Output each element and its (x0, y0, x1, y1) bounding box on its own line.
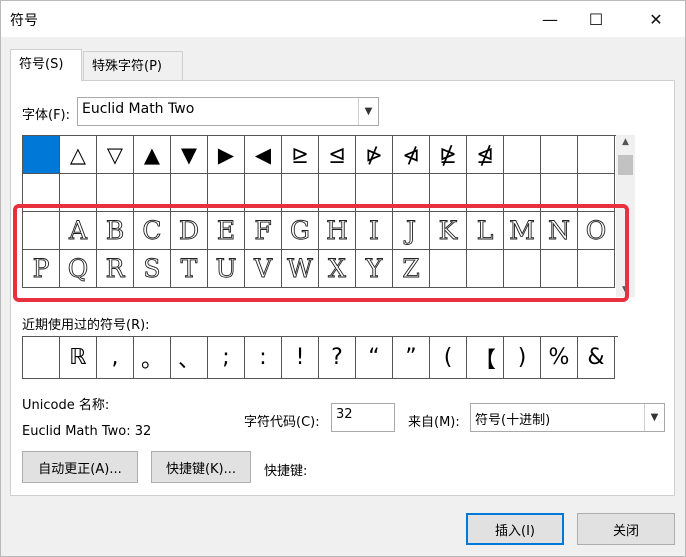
symbol-cell[interactable] (541, 136, 578, 174)
recent-symbol-cell[interactable]: ? (319, 337, 356, 379)
close-button[interactable]: 关闭 (577, 513, 675, 545)
recent-symbols-grid: ℝ,。、;:!? “”(【)% & (22, 336, 618, 379)
minimize-button[interactable]: — (527, 1, 573, 37)
recent-symbol-cell[interactable]: ” (393, 337, 430, 379)
autocorrect-button[interactable]: 自动更正(A)... (22, 451, 138, 483)
scrollbar-thumb[interactable] (618, 155, 633, 175)
from-label: 来自(M): (408, 415, 460, 430)
unicode-name-label: Unicode 名称: (22, 398, 110, 413)
recent-symbol-cell[interactable] (23, 337, 60, 379)
recent-symbol-cell[interactable]: ; (208, 337, 245, 379)
unicode-name-value: Euclid Math Two: 32 (22, 424, 152, 439)
tab-special-characters[interactable]: 特殊字符(P) (83, 51, 183, 80)
recent-symbol-cell[interactable]: ( (430, 337, 467, 379)
symbol-cell[interactable]: ▶ (208, 136, 245, 174)
from-select-value: 符号(十进制) (475, 413, 551, 428)
close-window-button[interactable]: ✕ (633, 1, 679, 37)
symbol-cell[interactable]: ⊵ (282, 136, 319, 174)
symbol-cell[interactable] (504, 136, 541, 174)
recent-symbol-cell[interactable]: 【 (467, 337, 504, 379)
recent-symbol-cell[interactable]: ℝ (60, 337, 97, 379)
symbol-cell[interactable] (23, 136, 60, 174)
symbol-cell[interactable]: ⋭ (430, 136, 467, 174)
chevron-down-icon[interactable]: ▼ (644, 404, 664, 431)
symbol-cell[interactable]: ▼ (171, 136, 208, 174)
recent-symbol-cell[interactable]: “ (356, 337, 393, 379)
recent-symbol-cell[interactable]: : (245, 337, 282, 379)
recent-symbols-label: 近期使用过的符号(R): (22, 318, 150, 333)
symbol-cell[interactable]: ⋫ (356, 136, 393, 174)
symbol-cell[interactable]: ▲ (134, 136, 171, 174)
recent-symbol-cell[interactable]: ! (282, 337, 319, 379)
recent-symbol-cell[interactable]: , (97, 337, 134, 379)
symbol-cell[interactable]: ◀ (245, 136, 282, 174)
minimize-icon: — (542, 9, 558, 29)
recent-symbol-cell[interactable]: ) (504, 337, 541, 379)
symbol-cell[interactable]: ⋬ (467, 136, 504, 174)
recent-symbol-cell[interactable]: % (541, 337, 578, 379)
maximize-button[interactable]: ☐ (573, 1, 619, 37)
font-label: 字体(F): (22, 108, 71, 123)
from-select[interactable]: 符号(十进制) ▼ (470, 403, 665, 432)
symbol-cell[interactable]: ▽ (97, 136, 134, 174)
recent-symbol-cell[interactable]: & (578, 337, 615, 379)
close-icon: ✕ (649, 9, 663, 29)
shortcut-label: 快捷键: (264, 464, 308, 479)
char-code-input[interactable]: 32 (331, 403, 395, 432)
font-select[interactable]: Euclid Math Two ▼ (77, 97, 379, 126)
recent-symbol-cell[interactable]: 。 (134, 337, 171, 379)
symbol-cell[interactable]: ⊴ (319, 136, 356, 174)
char-code-label: 字符代码(C): (244, 415, 320, 430)
recent-symbol-cell[interactable]: 、 (171, 337, 208, 379)
symbol-cell[interactable]: ⋪ (393, 136, 430, 174)
symbol-grid-row: △ ▽ ▲ ▼ ▶ ◀ ⊵ ⊴ ⋫ ⋪ ⋭ ⋬ (23, 136, 616, 174)
symbol-cell[interactable] (578, 136, 615, 174)
title-bar: 符号 — ☐ ✕ (1, 1, 685, 37)
triangle-up-icon[interactable]: ▲ (616, 137, 635, 147)
symbol-dialog: 符号 — ☐ ✕ 符号(S) 特殊字符(P) 字体(F): Euclid Mat… (0, 0, 686, 557)
dialog-title: 符号 (10, 13, 38, 29)
symbol-cell[interactable]: △ (60, 136, 97, 174)
highlight-box (13, 204, 629, 302)
font-select-value: Euclid Math Two (82, 101, 195, 117)
insert-button[interactable]: 插入(I) (466, 513, 564, 545)
shortcut-key-button[interactable]: 快捷键(K)... (151, 451, 251, 483)
tab-symbols[interactable]: 符号(S) (10, 49, 82, 81)
maximize-icon: ☐ (588, 9, 604, 29)
chevron-down-icon[interactable]: ▼ (358, 98, 378, 125)
